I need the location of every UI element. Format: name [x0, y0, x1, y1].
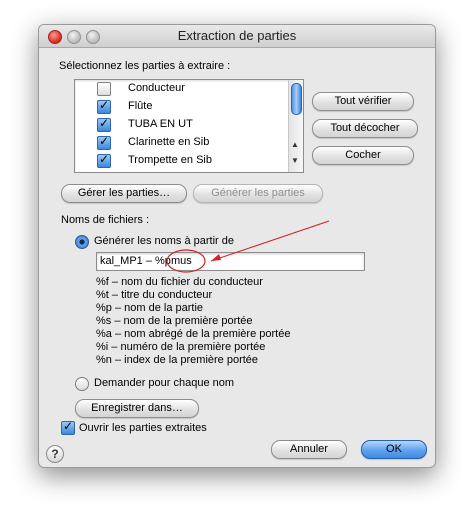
- annotation-arrow-line: [210, 220, 330, 262]
- token-list: %f – nom du fichier du conducteur %t – t…: [96, 276, 290, 367]
- open-parts-label: Ouvrir les parties extraites: [79, 422, 207, 434]
- part-checkbox[interactable]: ✓: [97, 152, 111, 168]
- dialog-window: Extraction de parties Sélectionnez les p…: [38, 24, 436, 468]
- scroll-thumb[interactable]: [291, 83, 302, 115]
- part-checkbox[interactable]: [97, 82, 111, 96]
- window-title: Extraction de parties: [177, 28, 297, 43]
- generate-names-radio[interactable]: [75, 235, 89, 249]
- cancel-button[interactable]: Annuler: [271, 440, 347, 459]
- scroll-down-icon[interactable]: ▼: [291, 156, 299, 165]
- part-label: Trompette en Sib: [128, 154, 212, 166]
- manage-parts-button[interactable]: Gérer les parties…: [61, 184, 187, 203]
- checkmark-icon: ✓: [99, 152, 110, 166]
- list-item[interactable]: ✓ Trompette en Sib: [75, 152, 285, 170]
- annotation-overlay: [166, 220, 330, 273]
- part-checkbox[interactable]: ✓: [97, 98, 111, 114]
- token-line: %s – nom de la première portée: [96, 315, 253, 327]
- token-line: %t – titre du conducteur: [96, 289, 213, 301]
- checkmark-icon: ✓: [99, 98, 110, 112]
- check-all-button[interactable]: Tout vérifier: [312, 92, 414, 111]
- uncheck-all-button[interactable]: Tout décocher: [312, 119, 418, 138]
- list-item[interactable]: ✓ Clarinette en Sib: [75, 134, 285, 152]
- part-label: TUBA EN UT: [128, 118, 193, 130]
- save-in-button[interactable]: Enregistrer dans…: [75, 399, 199, 418]
- scroll-up-icon[interactable]: ▲: [291, 140, 299, 149]
- token-line: %n – index de la première portée: [96, 354, 259, 366]
- help-icon[interactable]: ?: [46, 445, 64, 463]
- open-parts-checkbox[interactable]: ✓: [61, 419, 75, 435]
- parts-list[interactable]: Conducteur ✓ Flûte ✓ TUBA EN UT ✓ Clarin…: [74, 79, 304, 173]
- list-item[interactable]: Conducteur: [75, 80, 285, 98]
- check-button[interactable]: Cocher: [312, 146, 414, 165]
- part-checkbox[interactable]: ✓: [97, 134, 111, 150]
- part-checkbox[interactable]: ✓: [97, 116, 111, 132]
- ask-each-name-radio[interactable]: [75, 377, 89, 391]
- part-label: Conducteur: [128, 82, 185, 94]
- part-label: Clarinette en Sib: [128, 136, 210, 148]
- checkmark-icon: ✓: [99, 134, 110, 148]
- annotation-arrowhead: [211, 254, 221, 261]
- generate-parts-button[interactable]: Générer les parties: [193, 184, 323, 203]
- token-line: %i – numéro de la première portée: [96, 341, 266, 353]
- token-line: %p – nom de la partie: [96, 302, 204, 314]
- ok-button[interactable]: OK: [361, 440, 427, 459]
- part-label: Flûte: [128, 100, 153, 112]
- token-line: %f – nom du fichier du conducteur: [96, 276, 263, 288]
- list-item[interactable]: ✓ Flûte: [75, 98, 285, 116]
- checkmark-icon: ✓: [99, 116, 110, 130]
- token-line: %a – nom abrégé de la première portée: [96, 328, 291, 340]
- annotation-circle: [166, 249, 206, 273]
- title-bar[interactable]: Extraction de parties: [39, 25, 435, 48]
- parts-section-label: Sélectionnez les parties à extraire :: [59, 60, 231, 72]
- pattern-prefix: kal_MP1 – %p: [100, 255, 171, 267]
- list-scrollbar[interactable]: ▲ ▼: [288, 80, 303, 172]
- filenames-label: Noms de fichiers :: [61, 214, 150, 226]
- ask-each-name-label: Demander pour chaque nom: [94, 377, 235, 389]
- list-item[interactable]: ✓ TUBA EN UT: [75, 116, 285, 134]
- checkmark-icon: ✓: [63, 419, 74, 433]
